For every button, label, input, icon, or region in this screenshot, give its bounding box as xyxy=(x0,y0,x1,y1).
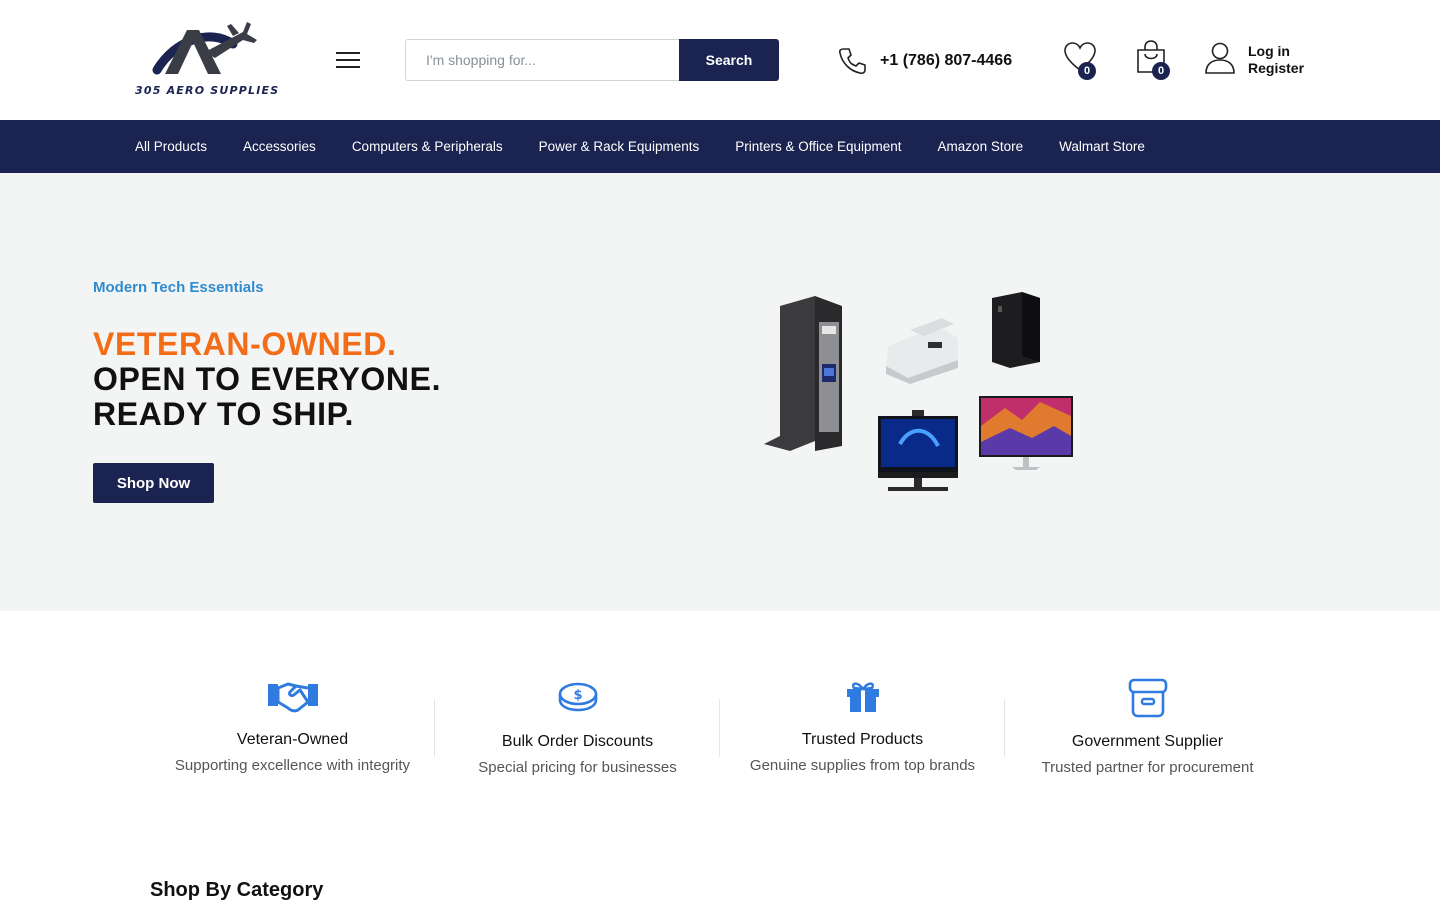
svg-text:$: $ xyxy=(573,688,582,703)
feature-veteran-owned: Veteran-Owned Supporting excellence with… xyxy=(150,673,435,774)
scanner-image xyxy=(886,318,958,384)
menu-toggle-icon[interactable] xyxy=(336,50,360,70)
nav-item-amazon-store[interactable]: Amazon Store xyxy=(938,139,1024,154)
feature-subtitle: Supporting excellence with integrity xyxy=(174,757,411,774)
hero-headline-accent: VETERAN-OWNED. xyxy=(93,326,397,362)
feature-title: Veteran-Owned xyxy=(236,731,349,748)
account-area: Log in Register xyxy=(1205,42,1325,80)
logo-wordmark: 305 AERO SUPPLIES xyxy=(135,84,280,97)
hero-kicker: Modern Tech Essentials xyxy=(93,279,264,296)
search-button[interactable]: Search xyxy=(679,39,779,81)
nav-item-all-products[interactable]: All Products xyxy=(135,139,207,154)
feature-bulk-discounts: $ Bulk Order Discounts Special pricing f… xyxy=(435,675,720,776)
feature-title: Bulk Order Discounts xyxy=(501,733,654,750)
display-image xyxy=(979,396,1073,470)
login-link[interactable]: Log in xyxy=(1248,43,1304,60)
phone-icon xyxy=(838,48,866,75)
cart-count-badge: 0 xyxy=(1152,62,1170,80)
register-link[interactable]: Register xyxy=(1248,60,1304,77)
shop-now-button[interactable]: Shop Now xyxy=(93,463,214,503)
nav-item-printers-office[interactable]: Printers & Office Equipment xyxy=(735,139,901,154)
cart-button[interactable]: 0 xyxy=(1135,40,1171,82)
hero-products-image xyxy=(764,292,1073,491)
workstation-tower-image xyxy=(992,292,1040,368)
feature-subtitle: Trusted partner for procurement xyxy=(1041,759,1254,776)
handshake-icon xyxy=(150,673,435,719)
wishlist-count-badge: 0 xyxy=(1078,62,1096,80)
user-icon xyxy=(1205,42,1235,74)
wishlist-button[interactable]: 0 xyxy=(1064,42,1098,82)
hero-headline: VETERAN-OWNED. OPEN TO EVERYONE. READY T… xyxy=(93,327,441,432)
archive-box-icon xyxy=(1005,675,1290,721)
monitor-image xyxy=(878,410,958,491)
nav-item-computers-peripherals[interactable]: Computers & Peripherals xyxy=(352,139,503,154)
account-links: Log in Register xyxy=(1248,43,1304,77)
phone-number[interactable]: +1 (786) 807-4466 xyxy=(880,52,1012,70)
feature-subtitle: Genuine supplies from top brands xyxy=(749,757,976,774)
feature-title: Government Supplier xyxy=(1071,733,1224,750)
nav-item-power-rack[interactable]: Power & Rack Equipments xyxy=(539,139,700,154)
main-nav: All Products Accessories Computers & Per… xyxy=(0,120,1440,173)
gift-icon xyxy=(720,673,1005,719)
search-bar: Search xyxy=(405,39,779,81)
nav-item-accessories[interactable]: Accessories xyxy=(243,139,316,154)
features-strip: Veteran-Owned Supporting excellence with… xyxy=(0,611,1440,841)
hero-headline-line3: READY TO SHIP. xyxy=(93,396,354,432)
coins-icon: $ xyxy=(435,675,720,721)
nav-item-walmart-store[interactable]: Walmart Store xyxy=(1059,139,1145,154)
phone-contact[interactable]: +1 (786) 807-4466 xyxy=(838,46,1012,76)
shop-by-category-heading: Shop By Category xyxy=(150,879,324,900)
logo-mark-icon xyxy=(152,22,257,75)
feature-trusted-products: Trusted Products Genuine supplies from t… xyxy=(720,673,1005,774)
site-header: 305 AERO SUPPLIES Search +1 (786) 807-44… xyxy=(0,0,1440,120)
feature-government-supplier: Government Supplier Trusted partner for … xyxy=(1005,675,1290,776)
site-logo[interactable]: 305 AERO SUPPLIES xyxy=(135,18,278,100)
search-input[interactable] xyxy=(405,39,680,81)
hero-banner: Modern Tech Essentials VETERAN-OWNED. OP… xyxy=(0,173,1440,611)
feature-subtitle: Special pricing for businesses xyxy=(478,759,677,776)
hero-headline-line2: OPEN TO EVERYONE. xyxy=(93,361,442,397)
ups-device-image xyxy=(764,296,842,451)
feature-title: Trusted Products xyxy=(801,731,924,748)
